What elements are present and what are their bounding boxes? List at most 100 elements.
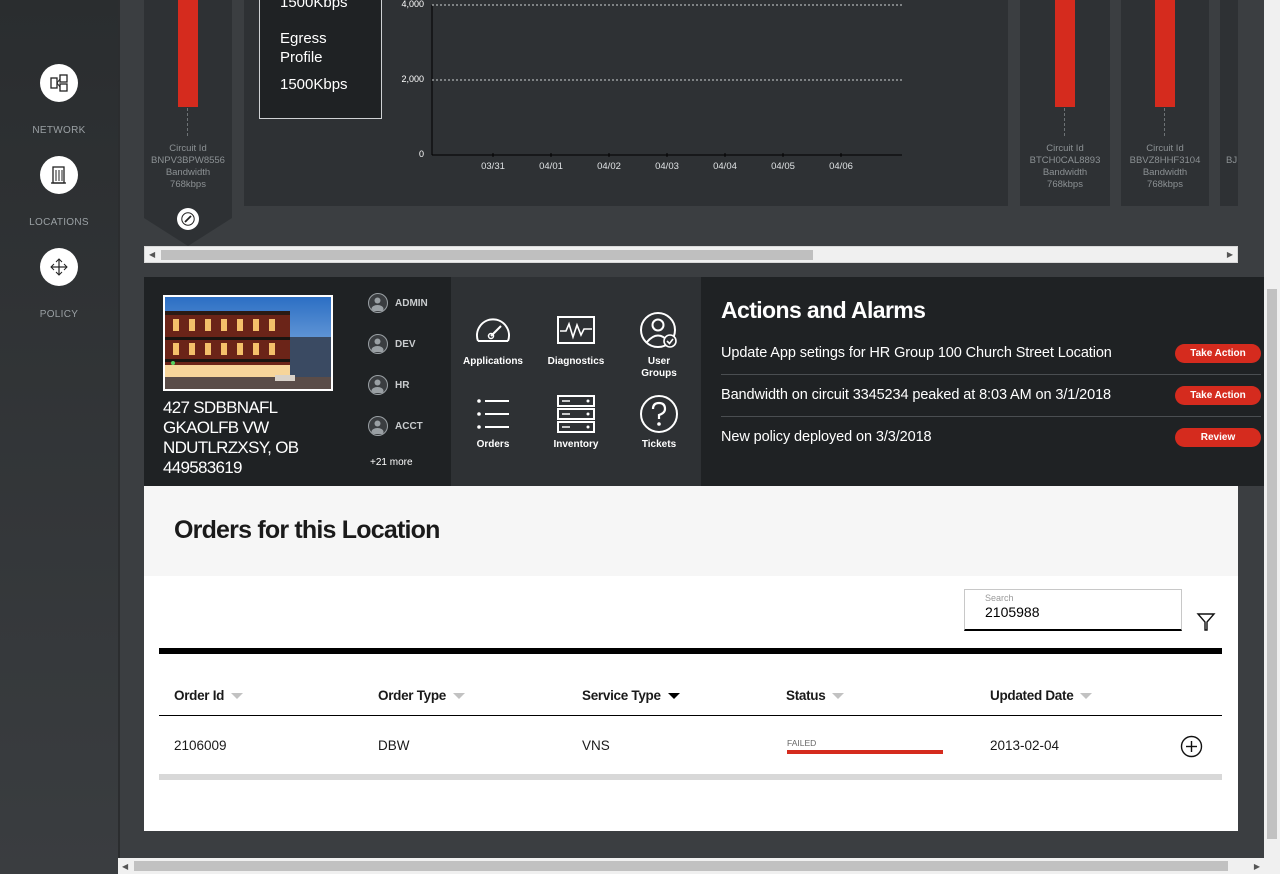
- column-label: Updated Date: [990, 688, 1074, 703]
- address-line: 427 SDBBNAFL: [163, 398, 278, 417]
- circuit-strip: Circuit Id BNPV3BPW8556 Bandwidth 768kbp…: [144, 0, 1238, 246]
- user-avatar-icon: [368, 416, 388, 436]
- order-type-cell: DBW: [378, 738, 410, 753]
- sidebar-item-policy[interactable]: POLICY: [0, 248, 118, 320]
- scrollbar-thumb[interactable]: [161, 250, 813, 260]
- scroll-left-icon[interactable]: ◀: [149, 250, 155, 259]
- group-label: ACCT: [395, 420, 423, 432]
- tools-grid: Applications Diagnostics User Groups Ord…: [451, 277, 701, 486]
- page-title: Orders for this Location: [174, 516, 440, 544]
- scrollbar-thumb[interactable]: [1267, 289, 1277, 839]
- more-groups-link[interactable]: +21 more: [370, 457, 413, 468]
- circuit-id: BJ: [1226, 155, 1238, 166]
- scroll-right-icon[interactable]: ▶: [1227, 250, 1233, 259]
- x-tick-label: 04/05: [771, 161, 795, 172]
- circuit-card[interactable]: BJ: [1220, 0, 1238, 206]
- policy-arrows-icon: [40, 248, 78, 286]
- column-header-updated-date[interactable]: Updated Date: [990, 688, 1093, 703]
- horizontal-scrollbar[interactable]: ◀ ▶: [118, 858, 1264, 874]
- vertical-scrollbar[interactable]: [1264, 0, 1280, 858]
- search-input[interactable]: [985, 604, 1165, 620]
- bar-stem: [1164, 108, 1165, 136]
- search-field[interactable]: Search: [964, 589, 1182, 631]
- circuit-card[interactable]: Circuit Id BBVZ8HHF3104 Bandwidth 768kbp…: [1121, 0, 1209, 206]
- sidebar-item-label: LOCATIONS: [29, 217, 89, 228]
- tool-label: Orders: [476, 439, 510, 450]
- tool-diagnostics[interactable]: Diagnostics: [534, 311, 618, 368]
- building-icon: [40, 156, 78, 194]
- tool-orders[interactable]: Orders: [451, 394, 535, 451]
- scroll-left-icon[interactable]: ◀: [122, 862, 128, 871]
- table-bottom-rule: [159, 774, 1222, 780]
- group-label: DEV: [395, 338, 416, 350]
- tool-label: Diagnostics: [547, 356, 605, 367]
- bandwidth-value: 768kbps: [170, 179, 206, 190]
- waveform-icon: [557, 316, 595, 344]
- location-panel: 427 SDBBNAFL GKAOLFB VW NDUTLRZXSY, OB 4…: [144, 277, 451, 486]
- sort-caret-icon: [453, 692, 466, 699]
- sidebar-item-locations[interactable]: LOCATIONS: [0, 156, 118, 228]
- column-header-service-type[interactable]: Service Type: [582, 688, 680, 703]
- y-tick-label: 4,000: [401, 0, 424, 9]
- take-action-button[interactable]: Take Action: [1175, 386, 1261, 405]
- sidebar-item-label: POLICY: [39, 309, 79, 320]
- network-icon: [40, 64, 78, 102]
- bandwidth-value: 768kbps: [1147, 179, 1183, 190]
- tool-label: Tickets: [641, 439, 677, 450]
- x-tick-label: 04/01: [539, 161, 563, 172]
- group-admin[interactable]: ADMIN: [368, 293, 428, 313]
- column-header-order-type[interactable]: Order Type: [378, 688, 466, 703]
- sidebar-item-network[interactable]: NETWORK: [0, 64, 118, 136]
- group-label: HR: [395, 379, 410, 391]
- address-line: NDUTLRZXSY, OB: [163, 438, 299, 457]
- location-address: 427 SDBBNAFL GKAOLFB VW NDUTLRZXSY, OB 4…: [163, 398, 333, 478]
- circuit-id-label: Circuit Id: [1046, 143, 1084, 154]
- tool-tickets[interactable]: Tickets: [617, 394, 701, 451]
- edit-pencil-icon[interactable]: [177, 208, 199, 230]
- tool-label: User Groups: [641, 356, 677, 379]
- circuit-scrollbar[interactable]: ◀ ▶: [144, 246, 1238, 263]
- circuit-card[interactable]: Circuit Id BNPV3BPW8556 Bandwidth 768kbp…: [144, 0, 232, 206]
- status-badge: FAILED: [787, 738, 817, 748]
- bandwidth-bar: [1155, 0, 1175, 107]
- x-tick-label: 04/04: [713, 161, 737, 172]
- tool-inventory[interactable]: Inventory: [534, 394, 618, 451]
- group-label: ADMIN: [395, 297, 428, 309]
- column-header-status[interactable]: Status: [786, 688, 845, 703]
- review-button[interactable]: Review: [1175, 428, 1261, 447]
- tool-applications[interactable]: Applications: [451, 311, 535, 368]
- user-avatar-icon: [368, 375, 388, 395]
- orders-header: Orders for this Location: [144, 486, 1238, 576]
- group-dev[interactable]: DEV: [368, 334, 416, 354]
- scroll-right-icon[interactable]: ▶: [1254, 862, 1260, 871]
- header-rule: [159, 715, 1222, 716]
- x-tick-label: 03/31: [481, 161, 505, 172]
- group-acct[interactable]: ACCT: [368, 416, 423, 436]
- order-id-cell: 2106009: [174, 738, 227, 753]
- search-label: Search: [985, 593, 1014, 603]
- list-icon: [477, 399, 509, 429]
- alarm-text: New policy deployed on 3/3/2018: [721, 429, 932, 445]
- filter-icon[interactable]: [1196, 612, 1216, 632]
- expand-row-icon[interactable]: [1180, 735, 1203, 758]
- tool-label: Applications: [462, 356, 523, 367]
- column-label: Status: [786, 688, 826, 703]
- gauge-icon: [476, 318, 510, 342]
- tool-user-groups[interactable]: User Groups: [617, 311, 701, 380]
- column-header-order-id[interactable]: Order Id: [174, 688, 244, 703]
- circuit-id-label: Circuit Id: [169, 143, 207, 154]
- circuit-card[interactable]: Circuit Id BTCH0CAL8893 Bandwidth 768kbp…: [1020, 0, 1110, 206]
- sort-caret-icon: [1080, 692, 1093, 699]
- chart-plot: [431, 4, 902, 157]
- alarm-text: Update App setings for HR Group 100 Chur…: [721, 345, 1112, 361]
- bandwidth-bar: [1055, 0, 1075, 107]
- column-label: Service Type: [582, 688, 661, 703]
- bandwidth-label: Bandwidth: [165, 167, 211, 178]
- location-photo: [163, 295, 333, 391]
- circuit-id: BTCH0CAL8893: [1029, 155, 1101, 166]
- sidebar-item-label: NETWORK: [32, 125, 86, 136]
- take-action-button[interactable]: Take Action: [1175, 344, 1261, 363]
- group-hr[interactable]: HR: [368, 375, 409, 395]
- service-type-cell: VNS: [582, 738, 610, 753]
- scrollbar-thumb[interactable]: [134, 861, 1228, 871]
